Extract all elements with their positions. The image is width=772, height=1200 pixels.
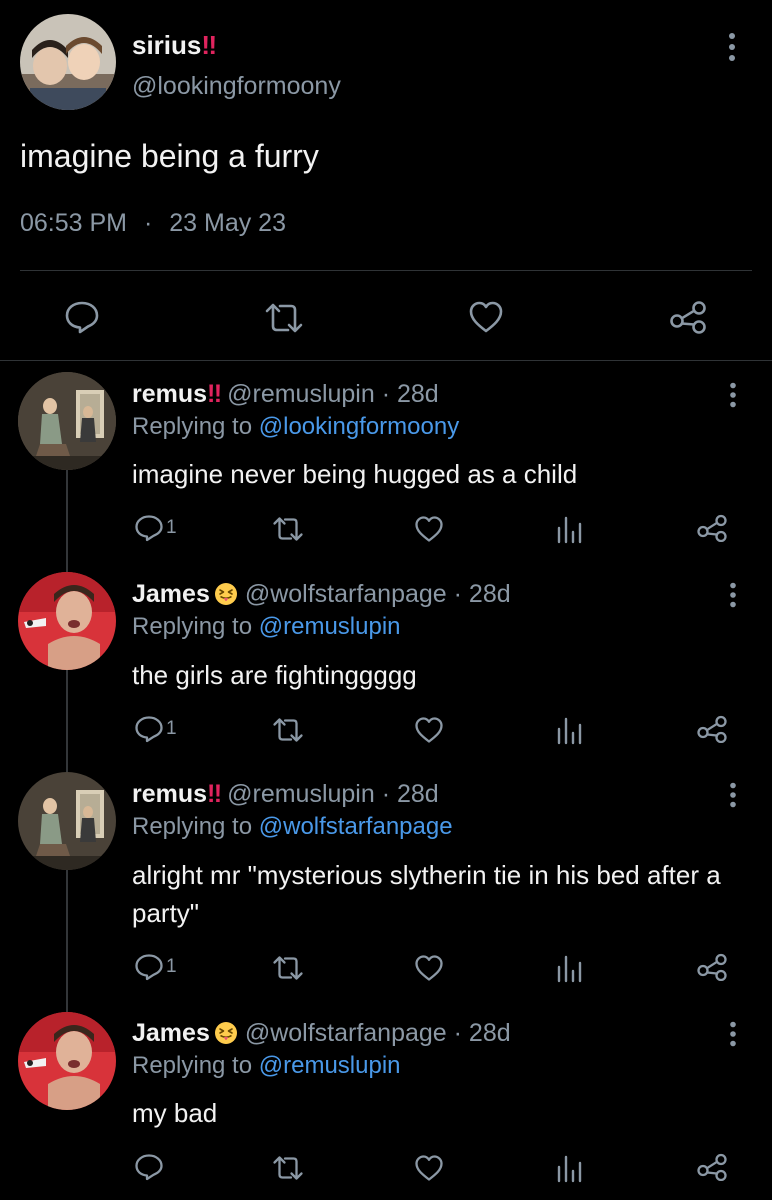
display-name[interactable]: remus (132, 380, 207, 408)
share-icon[interactable] (696, 1153, 728, 1181)
share-icon[interactable] (696, 514, 728, 542)
author-handle[interactable]: @wolfstarfanpage (245, 1019, 447, 1047)
replying-to-handle[interactable]: @remuslupin (259, 613, 401, 640)
display-name[interactable]: James (132, 580, 210, 608)
reply-text: alright mr "mysterious slytherin tie in … (132, 860, 721, 928)
avatar-sirius[interactable] (20, 14, 116, 110)
main-author-handle[interactable]: @lookingformoony (132, 72, 341, 101)
kebab-vertical-icon[interactable] (728, 782, 738, 808)
reply-text: imagine never being hugged as a child (132, 459, 578, 489)
reply-icon[interactable] (134, 953, 164, 981)
display-name[interactable]: James (132, 1019, 210, 1047)
reply-icon[interactable] (134, 514, 164, 542)
reply-text: my bad (132, 1098, 218, 1128)
replying-to-label: Replying to (132, 613, 253, 640)
kebab-vertical-icon[interactable] (726, 32, 738, 62)
reply-header: remus‼ @remuslupin · 28d (132, 780, 439, 809)
reply-icon[interactable] (134, 715, 164, 743)
tweet-time: 06:53 PM (20, 209, 128, 237)
avatar-remus[interactable] (18, 372, 116, 470)
squinting-tongue-face-emoji (214, 1021, 238, 1045)
replying-to-handle[interactable]: @remuslupin (259, 1052, 401, 1079)
reply-count: 1 (166, 517, 177, 538)
like-icon[interactable] (468, 300, 504, 334)
display-name[interactable]: remus (132, 780, 207, 808)
timestamp-separator: · (143, 209, 153, 237)
thread-line (66, 670, 68, 774)
retweet-icon[interactable] (264, 302, 304, 334)
like-icon[interactable] (414, 1154, 444, 1182)
replying-to-line: Replying to @lookingformoony (132, 413, 459, 441)
avatar-james[interactable] (18, 1012, 116, 1110)
double-exclamation-emoji: ‼ (207, 380, 222, 408)
replying-to-label: Replying to (132, 413, 253, 440)
analytics-icon[interactable] (556, 514, 582, 544)
double-exclamation-emoji: ‼ (201, 30, 217, 60)
squinting-tongue-face-emoji (214, 582, 238, 606)
retweet-icon[interactable] (272, 1155, 304, 1181)
main-author-name[interactable]: sirius‼ (132, 30, 217, 61)
like-icon[interactable] (414, 515, 444, 543)
main-tweet-text: imagine being a furry (20, 138, 319, 174)
like-icon[interactable] (414, 954, 444, 982)
kebab-vertical-icon[interactable] (728, 1021, 738, 1047)
reply-text: the girls are fightinggggg (132, 660, 417, 690)
divider (20, 270, 752, 271)
replying-to-handle[interactable]: @wolfstarfanpage (259, 813, 453, 840)
analytics-icon[interactable] (556, 715, 582, 745)
retweet-icon[interactable] (272, 516, 304, 542)
kebab-vertical-icon[interactable] (728, 382, 738, 408)
kebab-vertical-icon[interactable] (728, 582, 738, 608)
reply-age: · 28d (381, 380, 439, 408)
replying-to-line: Replying to @remuslupin (132, 1052, 401, 1080)
analytics-icon[interactable] (556, 953, 582, 983)
reply-icon[interactable] (134, 1153, 164, 1181)
display-name: sirius (132, 30, 202, 60)
reply-header: James @wolfstarfanpage · 28d (132, 1019, 511, 1048)
reply-count: 1 (166, 956, 177, 977)
double-exclamation-emoji: ‼ (207, 780, 222, 808)
reply-count: 1 (166, 718, 177, 739)
reply-age: · 28d (453, 580, 511, 608)
reply-header: remus‼ @remuslupin · 28d (132, 380, 439, 409)
avatar-remus[interactable] (18, 772, 116, 870)
replying-to-label: Replying to (132, 813, 253, 840)
share-icon[interactable] (696, 715, 728, 743)
reply-icon[interactable] (64, 300, 100, 334)
share-icon[interactable] (696, 953, 728, 981)
author-handle[interactable]: @wolfstarfanpage (245, 580, 447, 608)
author-handle[interactable]: @remuslupin (227, 780, 375, 808)
analytics-icon[interactable] (556, 1153, 582, 1183)
author-handle[interactable]: @remuslupin (227, 380, 375, 408)
main-tweet-timestamp: 06:53 PM · 23 May 23 (20, 209, 286, 238)
avatar-james[interactable] (18, 572, 116, 670)
reply-age: · 28d (453, 1019, 511, 1047)
thread-line (66, 870, 68, 1012)
replying-to-line: Replying to @remuslupin (132, 613, 401, 641)
like-icon[interactable] (414, 716, 444, 744)
tweet-date: 23 May 23 (169, 209, 286, 237)
replying-to-label: Replying to (132, 1052, 253, 1079)
replying-to-handle[interactable]: @lookingformoony (259, 413, 459, 440)
retweet-icon[interactable] (272, 717, 304, 743)
divider (0, 360, 772, 361)
reply-age: · 28d (381, 780, 439, 808)
thread-line (66, 470, 68, 574)
share-icon[interactable] (668, 300, 708, 334)
retweet-icon[interactable] (272, 955, 304, 981)
reply-header: James @wolfstarfanpage · 28d (132, 580, 511, 609)
replying-to-line: Replying to @wolfstarfanpage (132, 813, 453, 841)
